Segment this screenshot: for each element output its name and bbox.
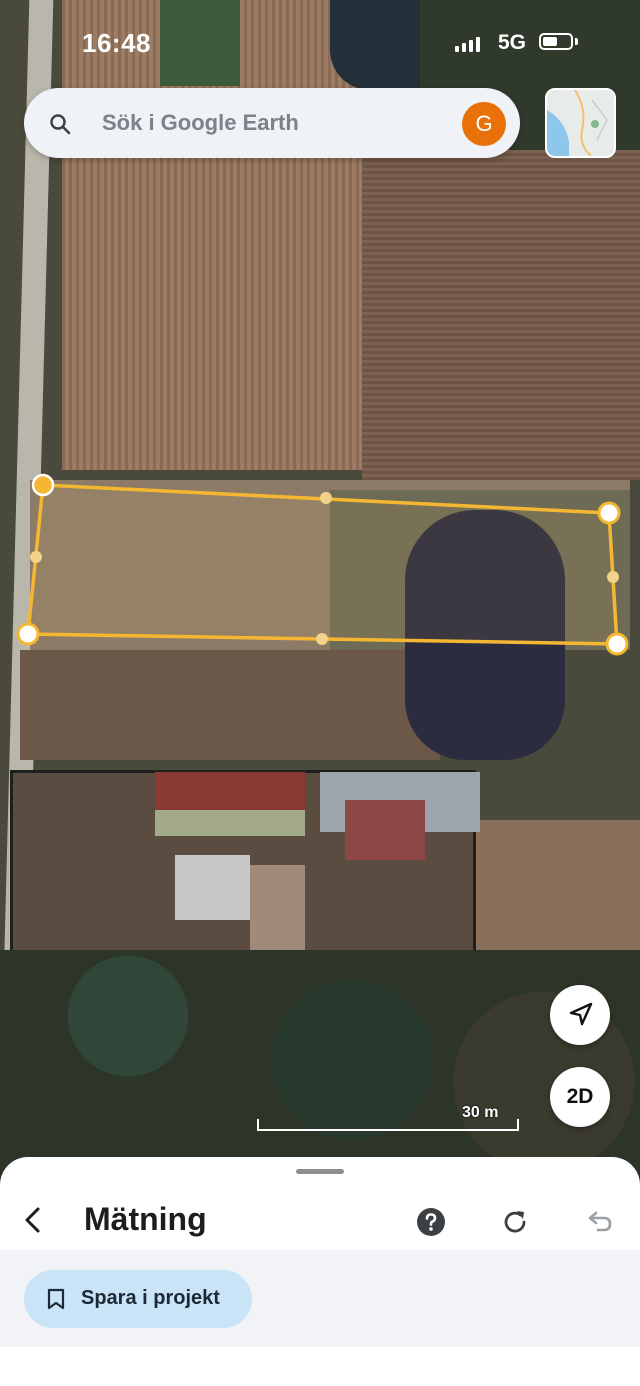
- view-mode-2d-button[interactable]: 2D: [550, 1067, 610, 1127]
- sheet-actions-row: Spara i projekt: [0, 1250, 640, 1347]
- status-bar: 16:48 5G: [0, 0, 640, 88]
- minimap-icon: [547, 90, 614, 156]
- satellite-map[interactable]: [0, 0, 640, 1170]
- undo-icon[interactable]: [584, 1207, 614, 1237]
- scale-bar: [257, 1119, 519, 1131]
- bookmark-icon: [47, 1288, 65, 1310]
- sheet-drag-handle[interactable]: [296, 1169, 344, 1174]
- navigation-arrow-icon: [569, 1002, 593, 1026]
- search-bar[interactable]: Sök i Google Earth G: [24, 88, 520, 158]
- status-time: 16:48: [82, 28, 151, 58]
- my-location-button[interactable]: [550, 985, 610, 1045]
- chevron-left-icon[interactable]: [18, 1205, 48, 1235]
- battery-icon: [539, 33, 573, 50]
- help-circle-icon[interactable]: [416, 1207, 446, 1237]
- midpoint-handle[interactable]: [30, 551, 42, 563]
- save-to-project-button[interactable]: Spara i projekt: [24, 1270, 252, 1328]
- measurement-outline: [26, 483, 619, 646]
- map-layers-thumbnail[interactable]: [545, 88, 616, 158]
- vertex-handle-active[interactable]: [31, 473, 55, 497]
- save-button-label: Spara i projekt: [81, 1287, 220, 1309]
- midpoint-handle[interactable]: [320, 492, 332, 504]
- search-icon: [50, 114, 71, 135]
- refresh-icon[interactable]: [500, 1207, 530, 1237]
- measurement-sheet: Mätning Spara i projekt: [0, 1157, 640, 1386]
- sheet-title: Mätning: [84, 1201, 207, 1237]
- vertex-handle[interactable]: [16, 622, 40, 646]
- vertex-handle[interactable]: [605, 632, 629, 656]
- midpoint-handle[interactable]: [316, 633, 328, 645]
- battery-tip: [575, 38, 578, 45]
- avatar[interactable]: G: [462, 102, 506, 146]
- measurement-polygon[interactable]: [0, 0, 640, 1170]
- network-type: 5G: [498, 31, 527, 54]
- midpoint-handle[interactable]: [607, 571, 619, 583]
- search-placeholder[interactable]: Sök i Google Earth: [102, 110, 299, 136]
- vertex-handle[interactable]: [597, 501, 621, 525]
- signal-strength-icon: [455, 37, 480, 52]
